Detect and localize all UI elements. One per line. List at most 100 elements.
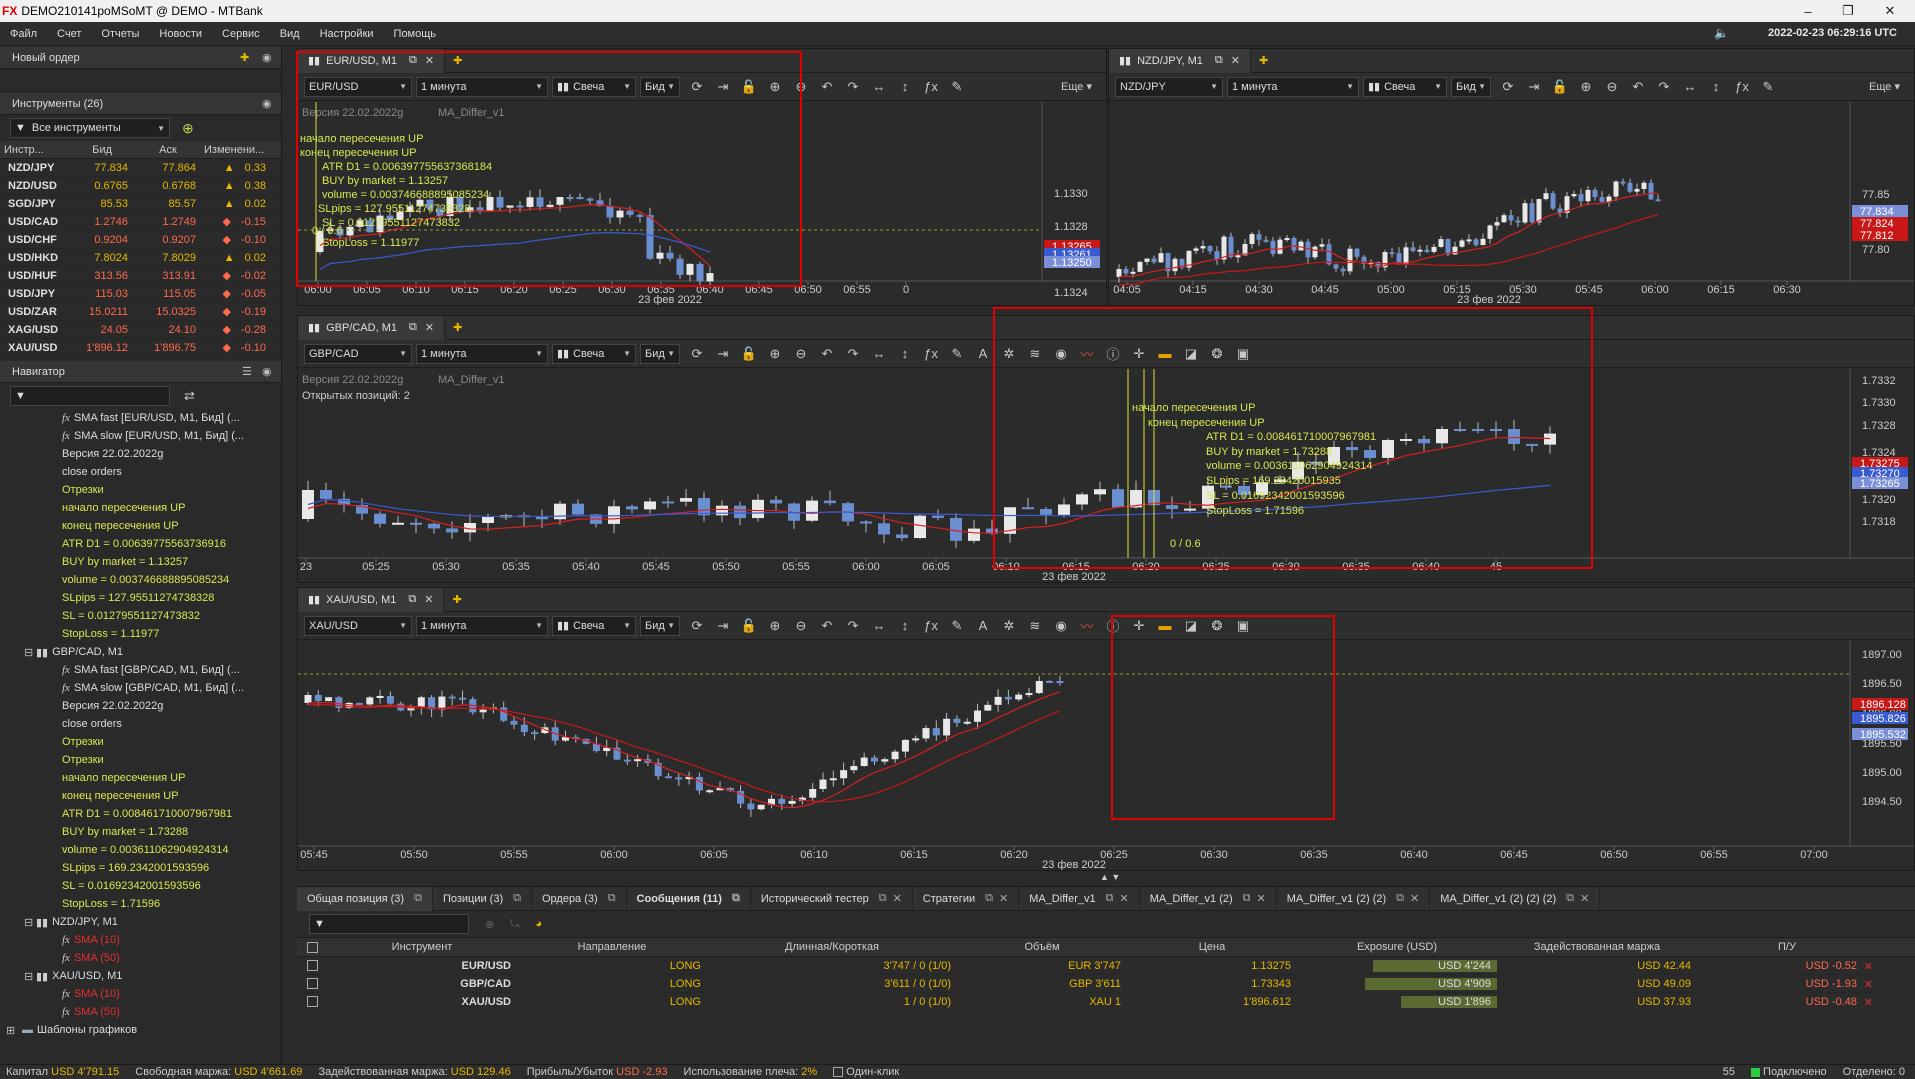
menu-icon[interactable]: ☰ <box>242 365 252 378</box>
chart-type-dropdown[interactable]: ▮▮ Свеча ▼ <box>552 76 636 97</box>
navigator-item[interactable]: close orders <box>0 463 281 481</box>
bottom-tab[interactable]: Позиции (3) ⧉ <box>433 886 532 911</box>
scroll-icon[interactable]: ⇥ <box>710 618 736 634</box>
detach-icon[interactable]: ⧉ <box>409 321 417 334</box>
navigator-item[interactable]: Версия 22.02.2022g <box>0 445 281 463</box>
detach-icon[interactable]: ⧉ <box>409 54 417 67</box>
detach-icon[interactable]: ⧉ <box>1566 892 1574 905</box>
menu-news[interactable]: Новости <box>149 28 212 40</box>
price-side-dropdown[interactable]: Бид ▼ <box>640 615 680 636</box>
layers-icon[interactable]: ≋ <box>1022 618 1048 634</box>
navigator-item[interactable]: SLpips = 127.95511274738328 <box>0 589 281 607</box>
detach-icon[interactable]: ⧉ <box>985 892 993 905</box>
collapse-icon[interactable]: ⊟ <box>24 916 33 929</box>
detach-icon[interactable]: ⧉ <box>414 892 422 905</box>
close-icon[interactable]: ✕ <box>425 54 434 67</box>
close-icon[interactable]: ✕ <box>1257 892 1266 905</box>
chart-type-dropdown[interactable]: ▮▮ Свеча ▼ <box>552 615 636 636</box>
pencil-icon[interactable]: ✎ <box>944 79 970 95</box>
timeframe-dropdown[interactable]: 1 минута ▼ <box>1227 76 1359 97</box>
zoom-in-icon[interactable]: ⊕ <box>762 79 788 95</box>
instruments-filter-dropdown[interactable]: ▼ Все инструменты ▼ <box>10 118 170 138</box>
text-icon[interactable]: A <box>970 346 996 361</box>
navigator-item[interactable]: fx SMA slow [GBP/CAD, M1, Бид] (... <box>0 679 281 697</box>
timeframe-dropdown[interactable]: 1 минута ▼ <box>416 615 548 636</box>
navigator-search-input[interactable]: ▼ <box>10 386 170 406</box>
zoom-in-icon[interactable]: ⊕ <box>762 346 788 362</box>
symbol-dropdown[interactable]: NZD/JPY ▼ <box>1115 76 1223 97</box>
save-icon[interactable]: ▣ <box>1230 618 1256 634</box>
navigator-item[interactable]: SL = 0.01692342001593596 <box>0 877 281 895</box>
detach-icon[interactable]: ⧉ <box>1106 892 1114 905</box>
navigator-item[interactable]: начало пересечения UP <box>0 499 281 517</box>
new-order-icon[interactable]: ✚ <box>240 51 249 64</box>
col-long-short[interactable]: Длинная/Короткая <box>707 941 957 953</box>
col-bid[interactable]: Бид <box>68 144 132 156</box>
speaker-icon[interactable]: 🔈 <box>1714 26 1729 40</box>
refresh-icon[interactable]: ⟳ <box>684 618 710 634</box>
bottom-tab[interactable]: Общая позиция (3) ⧉ <box>297 886 433 911</box>
close-icon[interactable]: ✕ <box>1231 54 1240 67</box>
more-dropdown[interactable]: Еще ▾ <box>1061 80 1092 93</box>
menu-help[interactable]: Помощь <box>384 28 447 40</box>
zoom-out-icon[interactable]: ⊖ <box>788 346 814 362</box>
detach-icon[interactable]: ⧉ <box>408 593 416 606</box>
fit-horizontal-icon[interactable]: ↔ <box>866 79 892 94</box>
fit-horizontal-icon[interactable]: ↔ <box>1677 79 1703 94</box>
chart-tab[interactable]: ▮▮ GBP/CAD, M1 ⧉ ✕ <box>298 315 446 340</box>
symbol-dropdown[interactable]: GBP/CAD ▼ <box>304 343 412 364</box>
navigator-item[interactable]: Версия 22.02.2022g <box>0 697 281 715</box>
navigator-item[interactable]: fx SMA (10) <box>0 931 281 949</box>
bottom-tab[interactable]: MA_Differ_v1 (2) (2) ⧉ ✕ <box>1277 886 1431 911</box>
navigator-item[interactable]: fx SMA slow [EUR/USD, M1, Бид] (... <box>0 427 281 445</box>
undo-icon[interactable]: ↶ <box>1625 79 1651 95</box>
eye-icon[interactable]: ◉ <box>262 51 272 64</box>
menu-view[interactable]: Вид <box>270 28 310 40</box>
chart-type-dropdown[interactable]: ▮▮ Свеча ▼ <box>1363 76 1447 97</box>
instrument-row[interactable]: USD/HUF 313.56 313.91 ◆ -0.02 <box>0 267 281 285</box>
col-price[interactable]: Цена <box>1127 941 1297 953</box>
pencil-icon[interactable]: ✎ <box>944 346 970 362</box>
trend-icon[interactable]: 〰 <box>1074 616 1100 635</box>
bottom-tab[interactable]: Исторический тестер ⧉ ✕ <box>751 886 913 911</box>
swap-icon[interactable]: ⇄ <box>184 388 195 404</box>
bottom-tab[interactable]: MA_Differ_v1 (2) (2) (2) ⧉ ✕ <box>1430 886 1601 911</box>
price-chart[interactable]: 1.13301.13281.13241.13221.132651.132611.… <box>298 102 1106 305</box>
col-volume[interactable]: Объём <box>957 941 1127 953</box>
navigator-item[interactable]: fx SMA (10) <box>0 985 281 1003</box>
navigator-item[interactable]: BUY by market = 1.73288 <box>0 823 281 841</box>
instrument-row[interactable]: NZD/USD 0.6765 0.6768 ▲ 0.38 <box>0 177 281 195</box>
scroll-icon[interactable]: ⇥ <box>710 346 736 362</box>
close-icon[interactable]: ✕ <box>1580 892 1589 905</box>
navigator-item[interactable]: volume = 0.003611062904924314 <box>0 841 281 859</box>
navigator-item[interactable]: ATR D1 = 0.008461710007967981 <box>0 805 281 823</box>
col-direction[interactable]: Направление <box>517 941 707 953</box>
row-checkbox[interactable] <box>306 978 318 989</box>
layers-icon[interactable]: ≋ <box>1022 346 1048 362</box>
navigator-item[interactable]: SLpips = 169.2342001593596 <box>0 859 281 877</box>
menu-reports[interactable]: Отчеты <box>91 28 149 40</box>
instrument-row[interactable]: XAU/USD 1'896.12 1'896.75 ◆ -0.10 <box>0 339 281 357</box>
undo-icon[interactable]: ↶ <box>814 346 840 362</box>
col-pl[interactable]: П/У <box>1697 941 1877 953</box>
navigator-item[interactable]: начало пересечения UP <box>0 769 281 787</box>
row-checkbox[interactable] <box>306 996 318 1007</box>
navigator-item[interactable]: fx SMA fast [GBP/CAD, M1, Бид] (... <box>0 661 281 679</box>
cross-icon[interactable]: ✛ <box>1126 346 1152 362</box>
add-circle-icon[interactable]: ⊕ <box>182 120 194 137</box>
zoom-out-icon[interactable]: ⊖ <box>1599 79 1625 95</box>
chart-tab[interactable]: ▮▮ XAU/USD, M1 ⧉ ✕ <box>298 587 445 612</box>
instrument-row[interactable]: XAG/USD 24.05 24.10 ◆ -0.28 <box>0 321 281 339</box>
col-ask[interactable]: Аск <box>132 144 200 156</box>
settings-circle-icon[interactable]: ❂ <box>1204 346 1230 362</box>
instrument-row[interactable]: NZD/JPY 77.834 77.864 ▲ 0.33 <box>0 159 281 177</box>
navigator-item[interactable]: ⊟ ▮▮ NZD/JPY, M1 <box>0 913 281 931</box>
lock-icon[interactable]: 🔓 <box>736 79 762 95</box>
redo-icon[interactable]: ↷ <box>840 346 866 362</box>
chart-tab[interactable]: ▮▮ NZD/JPY, M1 ⧉ ✕ <box>1109 48 1251 73</box>
chart-circle-icon[interactable]: ◕ <box>535 918 542 930</box>
symbol-dropdown[interactable]: EUR/USD ▼ <box>304 76 412 97</box>
refresh-icon[interactable]: ⟳ <box>1495 79 1521 95</box>
bottom-tab[interactable]: MA_Differ_v1 ⧉ ✕ <box>1019 886 1140 911</box>
navigator-item[interactable]: Отрезки <box>0 481 281 499</box>
